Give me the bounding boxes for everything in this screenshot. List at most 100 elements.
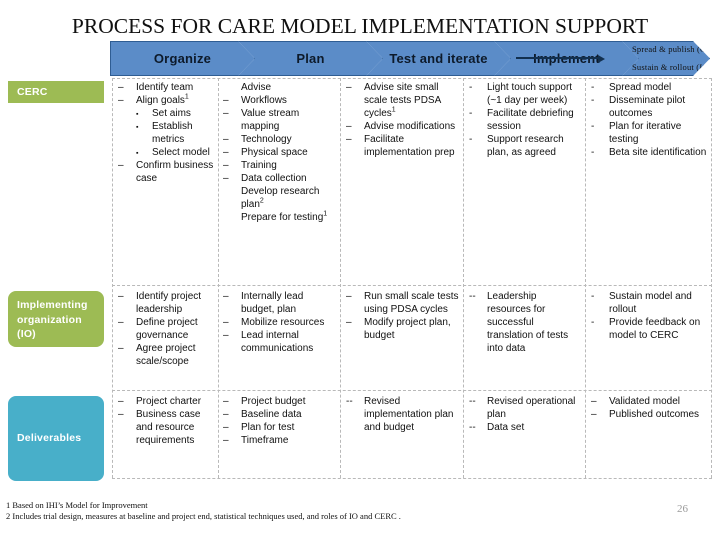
bullet-text: Training (241, 160, 277, 171)
process-phase-banner: Organize Plan Test and iterate Implement… (110, 41, 710, 76)
bullet-item: – Value stream mapping (223, 107, 338, 133)
row-label-implementing-organization[interactable]: Implementing organization (IO) (8, 291, 104, 347)
footnote-marker: 1 (323, 210, 328, 218)
bullet-item: – Published outcomes (591, 408, 707, 421)
cell-io-test[interactable]: – Run small scale tests using PDSA cycles… (346, 290, 460, 342)
bullet-marker-icon: - (591, 95, 595, 106)
bullet-list: -- Leadership resources for successful tr… (469, 290, 581, 355)
phase-chevron-organize[interactable]: Organize (110, 41, 255, 76)
bullet-item: -- Revised implementation plan and budget (346, 395, 460, 434)
bullet-marker-icon: - (469, 108, 473, 119)
bullet-text: Run small scale tests using PDSA cycles (364, 291, 459, 315)
cell-cerc-test[interactable]: – Advise site small scale tests PDSA cycl… (346, 81, 460, 159)
bullet-item: – Workflows (223, 94, 338, 107)
bullet-list: - Light touch support (~1 day per week) - F… (469, 81, 581, 159)
cell-cerc-implement[interactable]: - Light touch support (~1 day per week) - F… (469, 81, 581, 159)
cell-deliv-spread[interactable]: – Validated model – Published outcomes (591, 395, 707, 421)
bullet-item: – Business case and resource requirements (118, 408, 216, 447)
phase-label-plan: Plan (296, 51, 325, 66)
bullet-text: Business case and resource requirements (136, 409, 201, 446)
bullet-text: Timeframe (241, 435, 289, 446)
bullet-marker-icon: – (223, 409, 229, 420)
bullet-text: Value stream mapping (241, 108, 300, 132)
cell-cerc-spread[interactable]: - Spread model - Disseminate pilot outcomes… (591, 81, 707, 159)
bullet-text: Revised operational plan (487, 396, 576, 420)
bullet-item: – Identify project leadership (118, 290, 216, 316)
bullet-text: Set aims (152, 108, 191, 119)
bullet-marker-icon: – (223, 435, 229, 446)
bullet-text: Spread model (609, 82, 672, 93)
bullet-text: Agree project scale/scope (136, 343, 196, 367)
cell-deliv-test[interactable]: -- Revised implementation plan and budget (346, 395, 460, 434)
bullet-item: – Project charter (118, 395, 216, 408)
row-separator-bottom (112, 478, 712, 479)
bullet-item: – Advise site small scale tests PDSA cycl… (346, 81, 460, 120)
column-separator-1 (218, 78, 219, 478)
bullet-text: Validated model (609, 396, 680, 407)
bullet-list: – Project budget – Baseline data – Plan for t… (223, 395, 338, 447)
bullet-item: – Timeframe (223, 434, 338, 447)
bullet-text: Project budget (241, 396, 306, 407)
row-label-deliverables[interactable]: Deliverables (8, 396, 104, 481)
bullet-text: Develop research plan (241, 186, 320, 210)
bullet-marker-icon: – (223, 95, 229, 106)
bullet-list: – Internally lead budget, plan – Mobilize r… (223, 290, 338, 355)
bullet-text: Data set (487, 422, 525, 433)
row-separator-top (112, 78, 712, 79)
bullet-text: Published outcomes (609, 409, 700, 420)
bullet-marker-icon: -- (469, 422, 476, 433)
bullet-item: – Facilitate implementation prep (346, 133, 460, 159)
cell-cerc-plan[interactable]: Advise – Workflows – Value stream mapping – Te… (223, 81, 338, 224)
bullet-marker-icon: – (223, 160, 229, 171)
bullet-text: Baseline data (241, 409, 302, 420)
bullet-marker-icon: -- (469, 396, 476, 407)
column-separator-4 (585, 78, 586, 478)
bullet-text: Identify project leadership (136, 291, 202, 315)
bullet-item: - Disseminate pilot outcomes (591, 94, 707, 120)
cell-deliv-plan[interactable]: – Project budget – Baseline data – Plan for t… (223, 395, 338, 447)
bullet-marker-icon: - (591, 147, 595, 158)
cell-io-plan[interactable]: – Internally lead budget, plan – Mobilize r… (223, 290, 338, 355)
bullet-item: – Lead internal communications (223, 329, 338, 355)
phase-chevron-test-and-iterate[interactable]: Test and iterate (366, 41, 511, 76)
bullet-list: -- Revised implementation plan and budget (346, 395, 460, 434)
bullet-item: - Sustain model and rollout (591, 290, 707, 316)
bullet-marker-icon: – (346, 317, 352, 328)
bullet-item: – Baseline data (223, 408, 338, 421)
phase-chevron-plan[interactable]: Plan (238, 41, 383, 76)
footnote-1: 1 Based on IHI’s Model for Improvement (6, 500, 148, 510)
bullet-marker-icon: - (591, 291, 595, 302)
cell-deliv-implement[interactable]: -- Revised operational plan -- Data set (469, 395, 581, 434)
bullet-text: Advise site small scale tests PDSA cycle… (364, 82, 441, 119)
bullet-item: – Identify team (118, 81, 216, 94)
bullet-list: – Advise site small scale tests PDSA cycl… (346, 81, 460, 159)
column-separator-5 (711, 78, 712, 478)
bullet-item: - Facilitate debriefing session (469, 107, 581, 133)
cell-cerc-organize[interactable]: – Identify team – Align goals1 ▪ Set aims ▪ Est… (118, 81, 216, 185)
bullet-item: – Advise modifications (346, 120, 460, 133)
bullet-marker-icon: – (346, 134, 352, 145)
bullet-text: Facilitate debriefing session (487, 108, 574, 132)
bullet-marker-icon: – (223, 173, 229, 184)
column-separator-2 (340, 78, 341, 478)
bullet-marker-icon: - (591, 317, 595, 328)
bullet-item: – Mobilize resources (223, 316, 338, 329)
bullet-text: Align goals (136, 95, 185, 106)
bullet-text: Plan for test (241, 422, 295, 433)
bullet-item: Prepare for testing1 (223, 211, 338, 224)
cell-io-spread[interactable]: - Sustain model and rollout - Provide feedb… (591, 290, 707, 342)
bullet-text: Sustain model and rollout (609, 291, 692, 315)
bullet-text: Revised implementation plan and budget (364, 396, 454, 433)
bullet-marker-icon: - (591, 82, 595, 93)
cell-io-organize[interactable]: – Identify project leadership – Define proj… (118, 290, 216, 368)
bullet-item: – Agree project scale/scope (118, 342, 216, 368)
bullet-marker-icon: – (223, 108, 229, 119)
cell-io-implement[interactable]: -- Leadership resources for successful tr… (469, 290, 581, 355)
bullet-item: - Plan for iterative testing (591, 120, 707, 146)
bullet-list: – Identify team – Align goals1 ▪ Set aims ▪ Est… (118, 81, 216, 185)
row-label-cerc[interactable]: CERC (8, 81, 104, 103)
bullet-text: Disseminate pilot outcomes (609, 95, 686, 119)
bullet-marker-icon: – (118, 317, 124, 328)
cell-deliv-organize[interactable]: – Project charter – Business case and resou… (118, 395, 216, 447)
bullet-text: Beta site identification (609, 147, 707, 158)
